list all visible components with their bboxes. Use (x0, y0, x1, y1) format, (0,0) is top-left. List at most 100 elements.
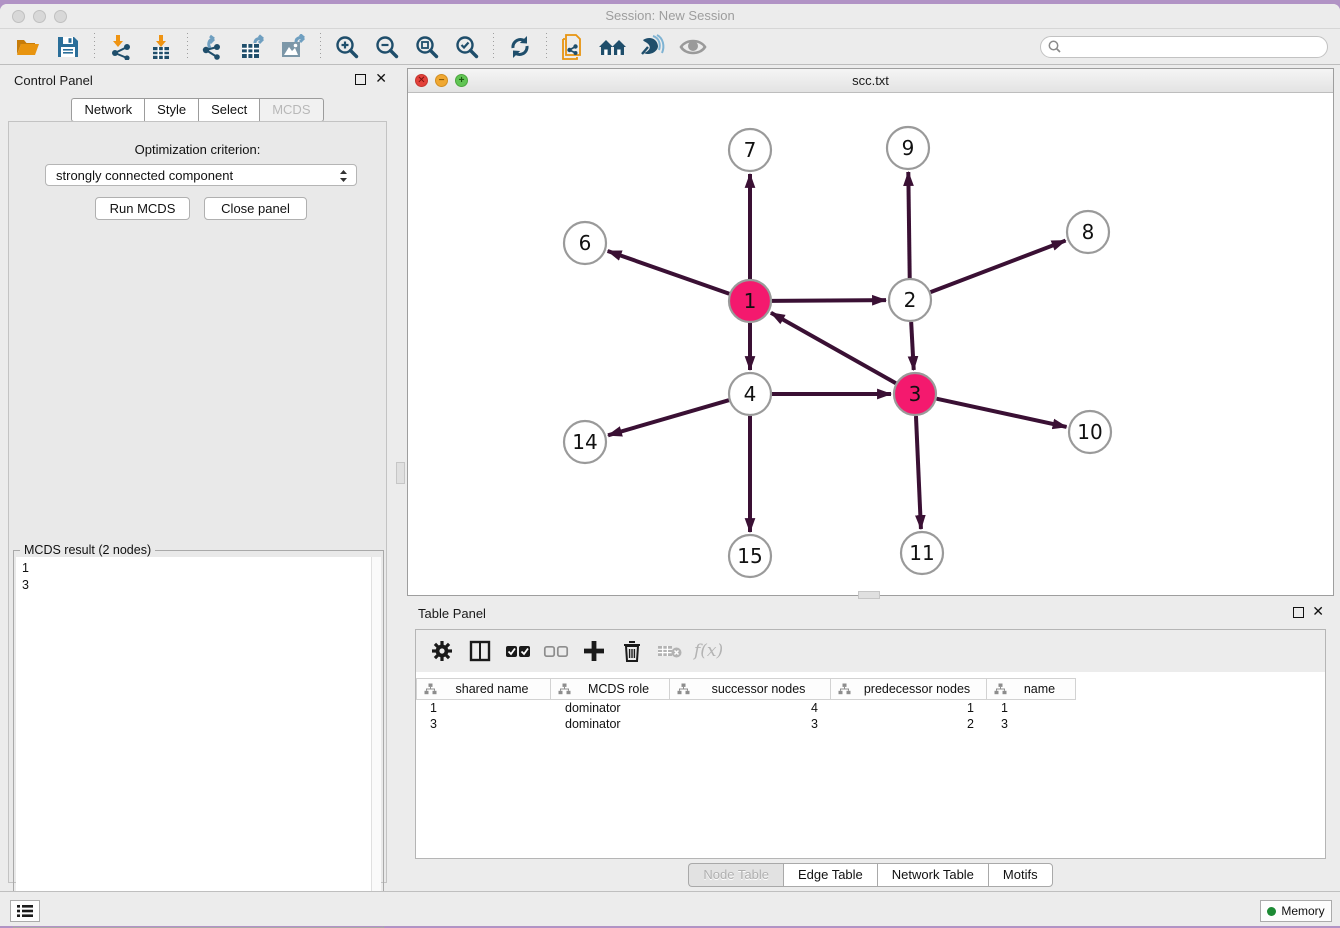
close-panel-icon[interactable]: ✕ (375, 70, 387, 87)
column-split-icon[interactable] (466, 637, 494, 665)
tab-mcds[interactable]: MCDS (259, 98, 323, 122)
tab-node-table[interactable]: Node Table (688, 863, 783, 887)
deselect-all-icon[interactable] (542, 637, 570, 665)
table-rows: 1dominator4113dominator323 (417, 701, 1324, 733)
criterion-select[interactable]: strongly connected component (45, 164, 357, 186)
svg-text:10: 10 (1077, 420, 1102, 444)
graph-node-1[interactable]: 1 (729, 280, 771, 322)
table-cell: 1 (832, 701, 988, 717)
column-header-predecessor-nodes[interactable]: predecessor nodes (831, 678, 987, 700)
float-panel-icon[interactable] (355, 74, 366, 85)
table-cell: 3 (671, 717, 832, 733)
apply-style-icon[interactable] (638, 33, 668, 61)
first-neighbors-icon[interactable] (598, 33, 628, 61)
zoom-fit-icon[interactable] (412, 33, 442, 61)
memory-status-icon (1267, 907, 1276, 916)
tab-style[interactable]: Style (144, 98, 198, 122)
close-panel-button[interactable]: Close panel (204, 197, 307, 220)
tab-motifs[interactable]: Motifs (988, 863, 1053, 887)
edge-1-2[interactable] (772, 300, 886, 301)
column-header-successor-nodes[interactable]: successor nodes (670, 678, 831, 700)
graph-node-3[interactable]: 3 (894, 373, 936, 415)
duplicate-network-icon[interactable] (558, 33, 588, 61)
table-row[interactable]: 1dominator411 (417, 701, 1324, 717)
zoom-selected-icon[interactable] (452, 33, 482, 61)
table-cell: 3 (988, 717, 1077, 733)
svg-text:6: 6 (579, 231, 592, 255)
mcds-result-title: MCDS result (2 nodes) (20, 543, 155, 557)
edge-3-1[interactable] (771, 313, 896, 383)
zoom-in-icon[interactable] (332, 33, 362, 61)
refresh-layout-icon[interactable] (505, 33, 535, 61)
svg-text:1: 1 (744, 289, 757, 313)
column-header-shared-name[interactable]: shared name (416, 678, 551, 700)
column-header-MCDS-role[interactable]: MCDS role (551, 678, 670, 700)
edge-2-3[interactable] (911, 322, 914, 370)
edge-3-10[interactable] (936, 399, 1066, 427)
control-panel-title: Control Panel (14, 73, 93, 88)
search-input[interactable] (1063, 38, 1327, 56)
run-mcds-button[interactable]: Run MCDS (95, 197, 190, 220)
table-cell: 3 (417, 717, 552, 733)
close-panel-icon[interactable]: ✕ (1312, 603, 1324, 620)
column-header-name[interactable]: name (987, 678, 1076, 700)
table-cell: 1 (417, 701, 552, 717)
export-image-icon[interactable] (279, 33, 309, 61)
tab-network-table[interactable]: Network Table (877, 863, 988, 887)
memory-label: Memory (1281, 904, 1324, 918)
svg-text:15: 15 (737, 544, 762, 568)
horizontal-splitter-handle[interactable] (858, 591, 880, 599)
network-window: ✕ − + scc.txt 7 9 6 8 1 2 4 3 14 10 15 11 (407, 68, 1334, 596)
result-scrollbar[interactable] (371, 557, 381, 925)
float-panel-icon[interactable] (1293, 607, 1304, 618)
tab-network[interactable]: Network (71, 98, 144, 122)
table-cell: dominator (552, 717, 671, 733)
show-hide-icon[interactable] (678, 33, 708, 61)
open-session-icon[interactable] (13, 33, 43, 61)
network-titlebar[interactable]: ✕ − + scc.txt (408, 69, 1333, 93)
graph-node-4[interactable]: 4 (729, 373, 771, 415)
graph-node-15[interactable]: 15 (729, 535, 771, 577)
svg-text:11: 11 (909, 541, 934, 565)
mcds-result-text[interactable]: 1 3 (16, 557, 371, 925)
save-session-icon[interactable] (53, 33, 83, 61)
vertical-splitter-handle[interactable] (396, 462, 405, 484)
table-toolbar: f(x) (416, 630, 1325, 672)
search-field[interactable] (1040, 36, 1328, 58)
task-history-button[interactable] (10, 900, 40, 922)
table-row[interactable]: 3dominator323 (417, 717, 1324, 733)
svg-text:4: 4 (744, 382, 757, 406)
graph-node-6[interactable]: 6 (564, 222, 606, 264)
graph-node-8[interactable]: 8 (1067, 211, 1109, 253)
import-table-icon[interactable] (146, 33, 176, 61)
mcds-result-group: MCDS result (2 nodes) 1 3 (13, 550, 384, 928)
memory-button[interactable]: Memory (1260, 900, 1332, 922)
tab-edge-table[interactable]: Edge Table (783, 863, 877, 887)
graph-node-11[interactable]: 11 (901, 532, 943, 574)
edge-3-11[interactable] (916, 416, 921, 529)
edge-2-8[interactable] (931, 241, 1066, 293)
graph-node-14[interactable]: 14 (564, 421, 606, 463)
zoom-out-icon[interactable] (372, 33, 402, 61)
graph-node-9[interactable]: 9 (887, 127, 929, 169)
add-icon[interactable] (580, 637, 608, 665)
trash-icon[interactable] (618, 637, 646, 665)
export-table-icon[interactable] (239, 33, 269, 61)
gear-icon[interactable] (428, 637, 456, 665)
optimization-criterion-label: Optimization criterion: (9, 142, 386, 157)
delete-column-icon[interactable] (656, 637, 684, 665)
select-all-icon[interactable] (504, 637, 532, 665)
export-network-icon[interactable] (199, 33, 229, 61)
tab-select[interactable]: Select (198, 98, 259, 122)
edge-4-14[interactable] (608, 400, 729, 435)
graph-node-7[interactable]: 7 (729, 129, 771, 171)
main-titlebar: Session: New Session (0, 4, 1340, 29)
mcds-tab-content: Optimization criterion: strongly connect… (8, 121, 387, 883)
edge-2-9[interactable] (908, 172, 909, 278)
graph-node-10[interactable]: 10 (1069, 411, 1111, 453)
import-network-icon[interactable] (106, 33, 136, 61)
function-icon[interactable]: f(x) (694, 641, 723, 661)
edge-1-6[interactable] (608, 251, 730, 294)
network-graph[interactable]: 7 9 6 8 1 2 4 3 14 10 15 11 (408, 93, 1333, 595)
graph-node-2[interactable]: 2 (889, 279, 931, 321)
